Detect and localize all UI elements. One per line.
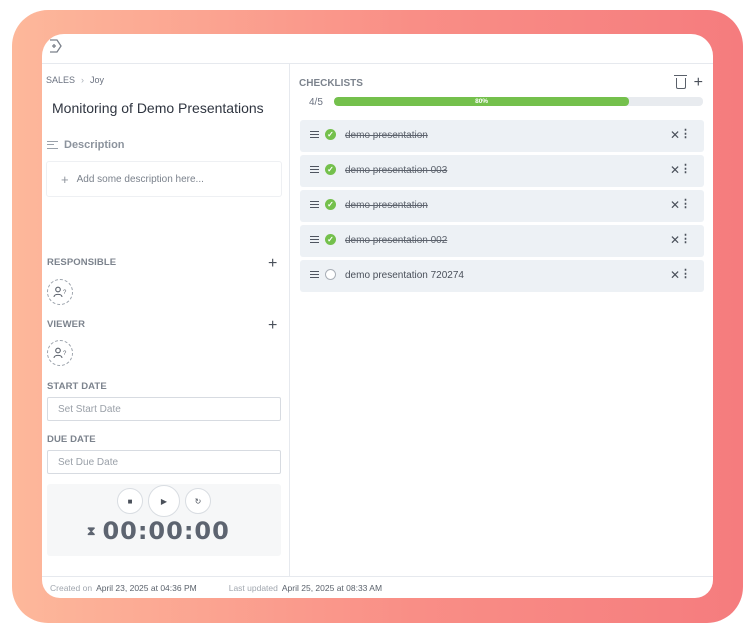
viewer-label: VIEWER	[47, 319, 86, 330]
checklist-item[interactable]: demo presentation 720274 ✕ ⋮	[300, 260, 704, 292]
tag-add-icon[interactable]	[47, 38, 63, 54]
created-value: April 23, 2025 at 04:36 PM	[96, 582, 197, 593]
card-footer: Created on April 23, 2025 at 04:36 PM La…	[42, 576, 713, 598]
empty-circle-icon[interactable]	[325, 269, 336, 280]
check-circle-icon[interactable]: ✓	[325, 234, 336, 245]
close-icon[interactable]: ✕	[670, 128, 680, 142]
updated-value: April 25, 2025 at 08:33 AM	[281, 582, 383, 593]
check-circle-icon[interactable]: ✓	[325, 199, 336, 210]
stop-button[interactable]: ■	[117, 488, 143, 514]
checklist-items: ✓ demo presentation ✕ ⋮ ✓ demo presentation 0…	[300, 120, 704, 295]
checklist-item-label[interactable]: demo presentation	[345, 130, 428, 141]
user-question-icon: ?	[53, 286, 67, 298]
close-icon[interactable]: ✕	[670, 198, 680, 212]
due-date-input[interactable]: Set Due Date	[47, 450, 281, 474]
start-date-label: START DATE	[47, 381, 107, 392]
description-heading-label: Description	[64, 139, 125, 151]
add-checklist-button[interactable]: +	[694, 74, 703, 90]
created-label: Created on	[50, 582, 93, 593]
text-lines-icon	[47, 141, 58, 149]
drag-handle-icon[interactable]	[310, 236, 319, 243]
drag-handle-icon[interactable]	[310, 271, 319, 278]
checklists-title: CHECKLISTS	[299, 78, 363, 89]
play-icon: ▶	[160, 496, 168, 506]
timer-display: ⧗ 00:00:00	[87, 517, 230, 545]
drag-handle-icon[interactable]	[310, 166, 319, 173]
description-placeholder: Add some description here...	[76, 173, 204, 185]
breadcrumb: SALES › Joy	[46, 75, 104, 85]
timer-value: 00:00:00	[102, 517, 230, 545]
checklist-item[interactable]: ✓ demo presentation 002 ✕ ⋮	[300, 225, 704, 257]
drag-handle-icon[interactable]	[310, 201, 319, 208]
more-vertical-icon[interactable]: ⋮	[680, 234, 691, 245]
more-vertical-icon[interactable]: ⋮	[680, 199, 691, 210]
start-date-input[interactable]: Set Start Date	[47, 397, 281, 421]
close-icon[interactable]: ✕	[670, 163, 680, 177]
svg-text:?: ?	[63, 290, 67, 296]
close-icon[interactable]: ✕	[670, 268, 680, 282]
checklist-item-label[interactable]: demo presentation	[345, 200, 428, 211]
checklist-item[interactable]: ✓ demo presentation ✕ ⋮	[300, 190, 704, 222]
check-circle-icon[interactable]: ✓	[325, 164, 336, 175]
svg-text:?: ?	[63, 351, 67, 357]
close-icon[interactable]: ✕	[670, 233, 680, 247]
checklists-panel: CHECKLISTS + 4/5 80% ✓ demo presentation ✕…	[291, 64, 713, 576]
reset-button[interactable]: ↻	[185, 488, 211, 514]
progress-label: 80%	[475, 98, 489, 105]
play-button[interactable]: ▶	[148, 485, 180, 517]
more-vertical-icon[interactable]: ⋮	[680, 164, 691, 175]
card-toolbar	[42, 34, 713, 64]
details-panel: SALES › Joy Monitoring of Demo Presentat…	[42, 64, 290, 576]
drag-handle-icon[interactable]	[310, 131, 319, 138]
user-question-icon: ?	[53, 347, 67, 359]
description-input[interactable]: + Add some description here...	[46, 161, 282, 197]
stop-icon: ■	[127, 496, 133, 506]
breadcrumb-section[interactable]: SALES	[46, 75, 75, 85]
due-date-placeholder: Set Due Date	[58, 456, 119, 468]
progress-count: 4/5	[309, 97, 323, 108]
description-heading: Description	[47, 139, 125, 151]
chevron-right-icon: ›	[81, 75, 85, 85]
checklist-item[interactable]: ✓ demo presentation 003 ✕ ⋮	[300, 155, 704, 187]
due-date-label: DUE DATE	[47, 434, 96, 445]
responsible-avatar[interactable]: ?	[47, 279, 73, 305]
progress-fill: 80%	[334, 97, 630, 106]
checklist-item-label[interactable]: demo presentation 003	[345, 165, 447, 176]
checklist-item-label[interactable]: demo presentation 720274	[345, 270, 464, 281]
more-vertical-icon[interactable]: ⋮	[680, 269, 691, 280]
updated-label: Last updated	[228, 582, 278, 593]
task-card: SALES › Joy Monitoring of Demo Presentat…	[42, 34, 713, 598]
breadcrumb-current[interactable]: Joy	[90, 75, 104, 85]
checklist-actions: +	[673, 74, 703, 90]
start-date-placeholder: Set Start Date	[58, 403, 121, 415]
trash-icon[interactable]	[673, 75, 687, 89]
checklist-item[interactable]: ✓ demo presentation ✕ ⋮	[300, 120, 704, 152]
checklist-item-label[interactable]: demo presentation 002	[345, 235, 447, 246]
refresh-icon: ↻	[194, 496, 202, 506]
add-viewer-button[interactable]: +	[268, 318, 277, 334]
responsible-label: RESPONSIBLE	[47, 257, 117, 268]
check-circle-icon[interactable]: ✓	[325, 129, 336, 140]
add-responsible-button[interactable]: +	[268, 256, 277, 272]
hourglass-icon: ⧗	[87, 523, 97, 538]
time-tracker: ■ ▶ ↻ ⧗ 00:00:00	[47, 484, 281, 556]
plus-icon: +	[61, 171, 69, 187]
viewer-avatar[interactable]: ?	[47, 340, 73, 366]
more-vertical-icon[interactable]: ⋮	[680, 129, 691, 140]
progress-bar: 80%	[334, 97, 703, 106]
page-title[interactable]: Monitoring of Demo Presentations	[52, 101, 282, 116]
